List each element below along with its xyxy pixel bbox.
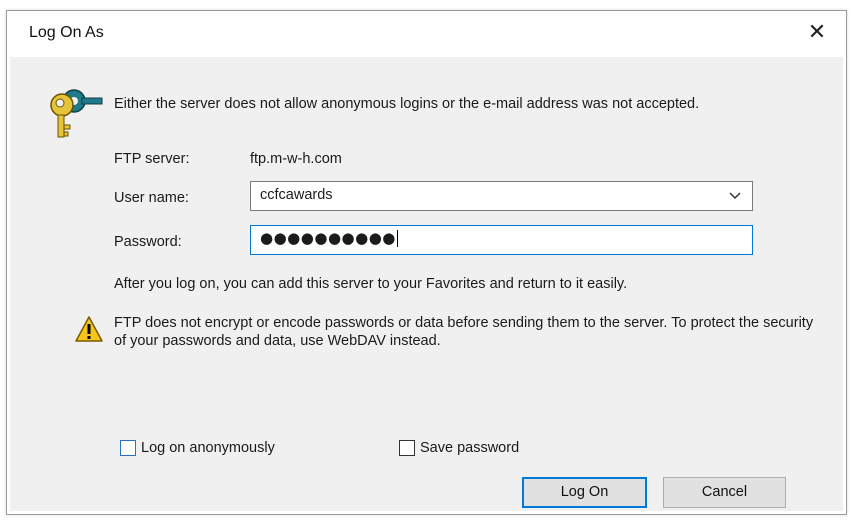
chevron-down-icon[interactable] xyxy=(728,188,742,202)
anonymous-checkbox-label[interactable]: Log on anonymously xyxy=(141,440,275,456)
password-mask-wrap: ●●●●●●●●●● xyxy=(260,229,398,247)
anonymous-checkbox[interactable]: Log on anonymously xyxy=(120,440,275,456)
text-caret xyxy=(396,230,398,247)
title-bar[interactable]: Log On As ✕ xyxy=(7,11,846,57)
keys-icon xyxy=(50,89,103,138)
ftp-server-value: ftp.m-w-h.com xyxy=(250,151,342,167)
logon-button[interactable]: Log On xyxy=(522,477,647,508)
logon-dialog: Log On As ✕ Either the server does not a… xyxy=(6,10,847,515)
save-password-checkbox[interactable]: Save password xyxy=(399,440,519,456)
warning-icon xyxy=(75,316,103,342)
close-icon[interactable]: ✕ xyxy=(804,19,830,45)
error-message: Either the server does not allow anonymo… xyxy=(114,96,700,112)
dialog-title: Log On As xyxy=(29,24,104,41)
password-mask: ●●●●●●●●●● xyxy=(260,229,396,247)
security-warning: FTP does not encrypt or encode passwords… xyxy=(114,315,814,349)
dialog-body: Either the server does not allow anonymo… xyxy=(10,57,843,511)
save-password-checkbox-box[interactable] xyxy=(399,440,415,456)
password-field[interactable]: ●●●●●●●●●● xyxy=(250,225,753,255)
username-combobox[interactable]: ccfcawards xyxy=(250,181,753,211)
favorites-info: After you log on, you can add this serve… xyxy=(114,276,628,292)
save-password-checkbox-label[interactable]: Save password xyxy=(420,440,519,456)
username-label: User name: xyxy=(114,190,189,206)
cancel-button[interactable]: Cancel xyxy=(663,477,786,508)
anonymous-checkbox-box[interactable] xyxy=(120,440,136,456)
username-value[interactable]: ccfcawards xyxy=(260,187,333,203)
ftp-server-label: FTP server: xyxy=(114,151,190,167)
password-label: Password: xyxy=(114,234,182,250)
